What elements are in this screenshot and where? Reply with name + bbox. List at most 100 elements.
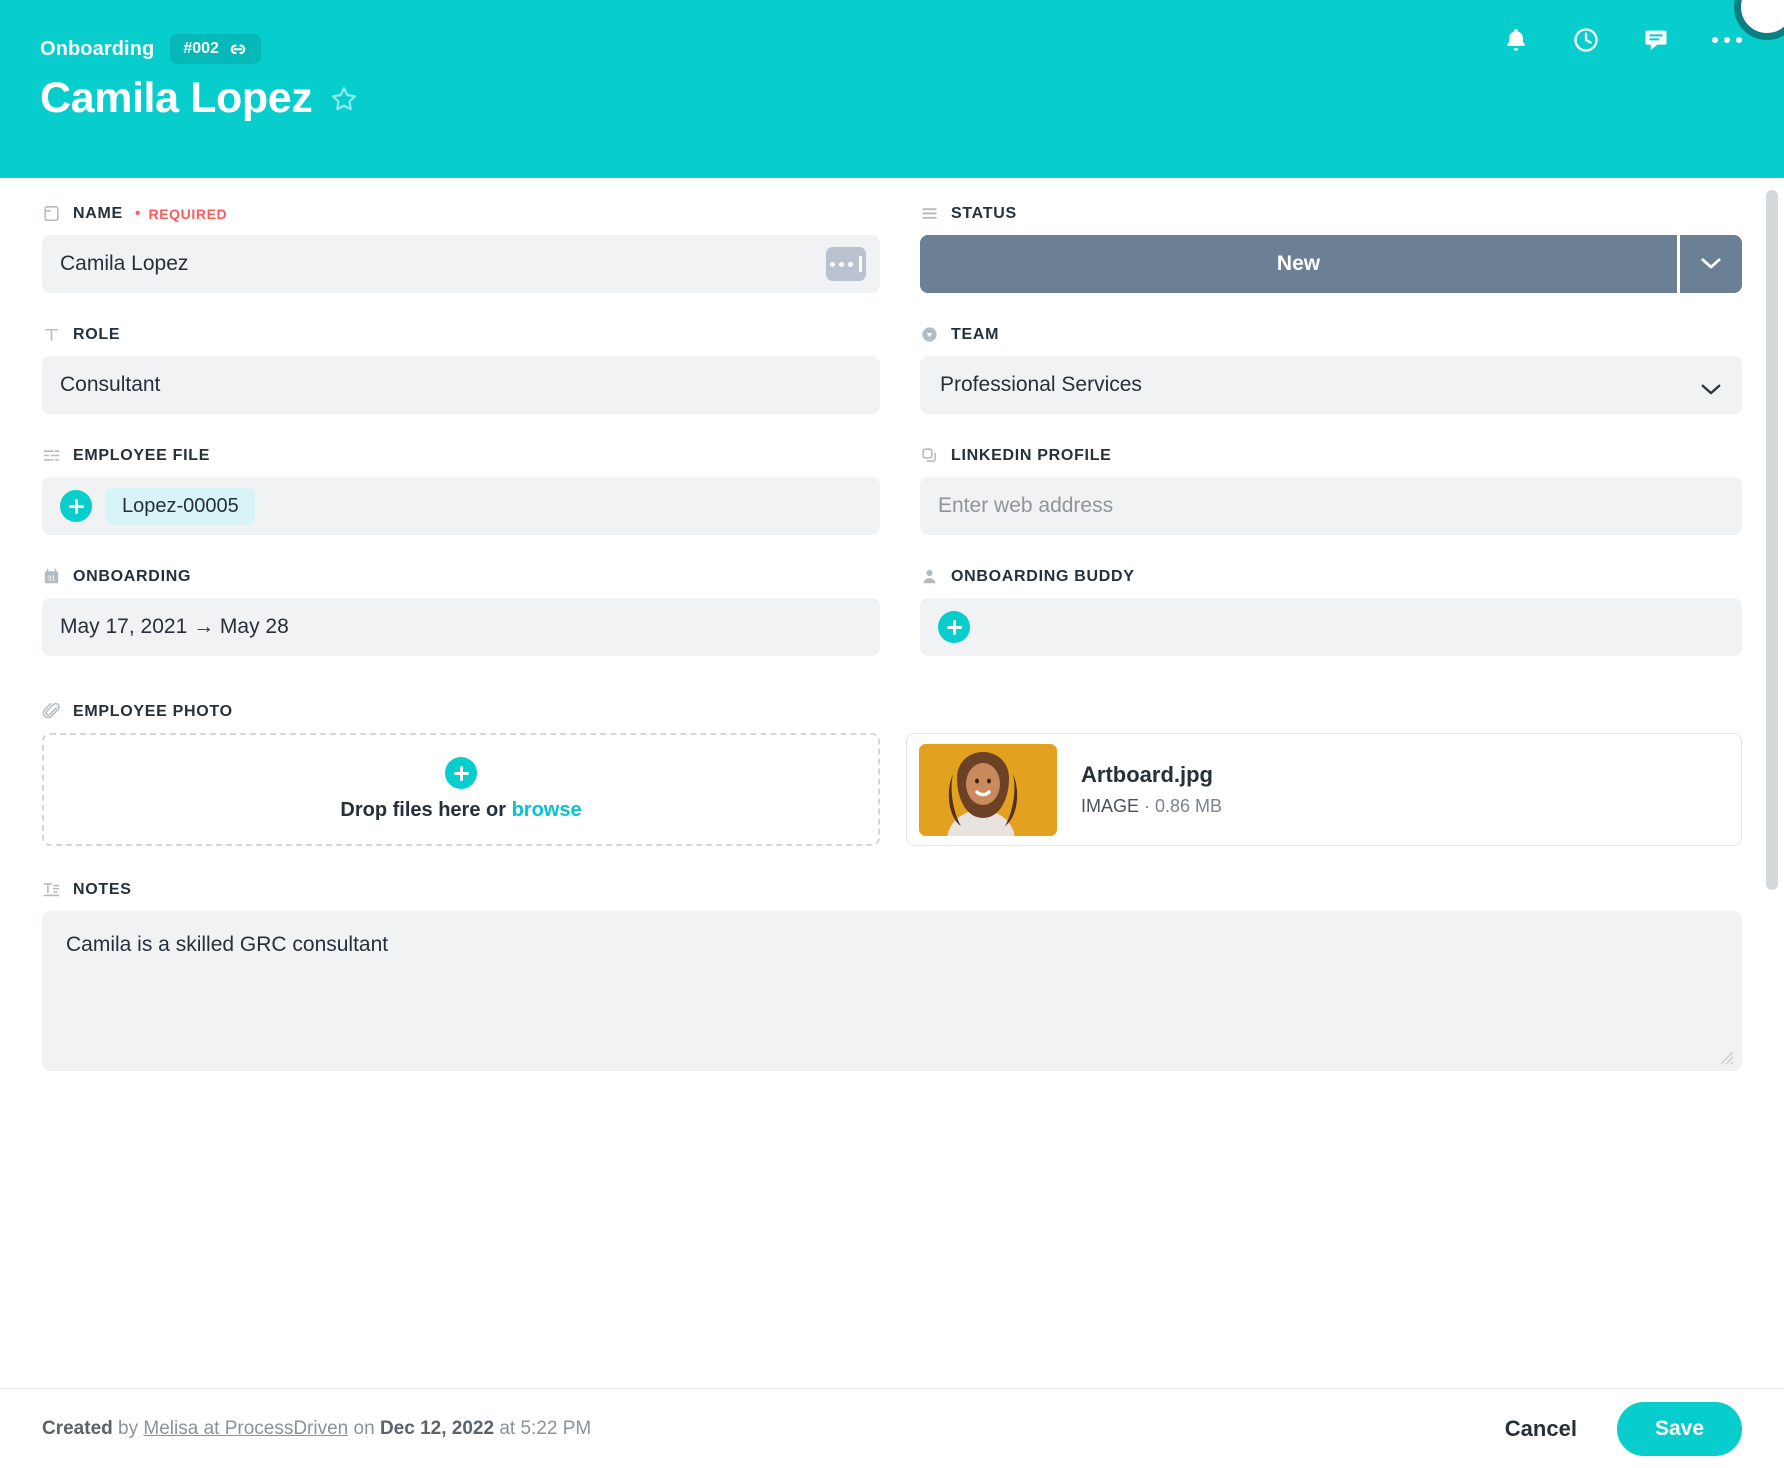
onboarding-buddy-input[interactable]	[920, 598, 1742, 656]
person-icon	[920, 567, 939, 586]
file-meta: IMAGE · 0.86 MB	[1081, 796, 1222, 817]
field-employee-file-text: EMPLOYEE FILE	[73, 446, 211, 464]
add-file-icon[interactable]	[445, 757, 477, 789]
field-role-text: ROLE	[73, 325, 121, 343]
dropzone-text: Drop files here or browse	[340, 799, 581, 822]
page-title: Camila Lopez	[40, 74, 313, 122]
field-team-label: TEAM	[920, 325, 1742, 344]
browse-link[interactable]: browse	[512, 799, 582, 821]
field-team: TEAM Professional Services	[920, 325, 1742, 414]
link-field-icon	[920, 446, 939, 465]
field-onboarding-label: 31 ONBOARDING	[42, 567, 880, 586]
field-employee-photo-text: EMPLOYEE PHOTO	[73, 702, 233, 720]
employee-file-tag[interactable]: Lopez-00005	[106, 487, 255, 525]
add-buddy-icon[interactable]	[938, 611, 970, 643]
vertical-scrollbar[interactable]	[1766, 190, 1778, 890]
role-value: Consultant	[60, 373, 161, 396]
field-status-text: STATUS	[951, 204, 1017, 222]
save-button[interactable]: Save	[1616, 1401, 1742, 1456]
on-word: on	[353, 1417, 375, 1439]
svg-text:31: 31	[48, 574, 56, 582]
text-icon	[42, 325, 61, 344]
notes-textarea[interactable]: Camila is a skilled GRC consultant	[42, 911, 1742, 1071]
cancel-button[interactable]: Cancel	[1505, 1416, 1577, 1442]
field-name-label: NAME • REQUIRED	[42, 204, 880, 223]
field-employee-file-label: EMPLOYEE FILE	[42, 446, 880, 465]
at-word: at	[499, 1417, 516, 1439]
by-word: by	[118, 1417, 139, 1439]
relation-icon	[42, 446, 61, 465]
file-meta-separator: ·	[1139, 796, 1156, 816]
record-id-chip[interactable]: #002	[170, 34, 261, 64]
photo-row: Drop files here or browse Artboard.jpg I…	[42, 733, 1742, 846]
team-value: Professional Services	[940, 373, 1142, 396]
field-team-text: TEAM	[951, 325, 1000, 343]
footer-bar: Created by Melisa at ProcessDriven on De…	[0, 1388, 1784, 1468]
clock-icon[interactable]	[1572, 26, 1600, 54]
employee-file-input[interactable]: Lopez-00005	[42, 477, 880, 535]
required-badge: REQUIRED	[148, 205, 228, 222]
record-id-label: #002	[183, 40, 219, 57]
list-icon	[920, 204, 939, 223]
created-author-link[interactable]: Melisa at ProcessDriven	[143, 1418, 348, 1439]
field-onboarding-buddy-label: ONBOARDING BUDDY	[920, 567, 1742, 586]
file-name: Artboard.jpg	[1081, 762, 1213, 787]
resize-handle-icon[interactable]	[1716, 1047, 1734, 1065]
paperclip-icon	[42, 702, 61, 721]
onboarding-date-value: May 17, 2021 → May 28	[60, 615, 289, 638]
field-status-label: STATUS	[920, 204, 1742, 223]
copy-link-icon[interactable]	[228, 41, 248, 57]
team-select[interactable]: Professional Services	[920, 356, 1742, 414]
field-onboarding-buddy: ONBOARDING BUDDY	[920, 567, 1742, 656]
created-time: 5:22 PM	[520, 1417, 592, 1439]
record-body: NAME • REQUIRED Camila Lopez STATUS New …	[0, 178, 1784, 1388]
calendar-icon: 31	[42, 567, 61, 586]
role-input[interactable]: Consultant	[42, 356, 880, 414]
field-linkedin-text: LINKEDIN PROFILE	[951, 446, 1112, 464]
field-employee-file: EMPLOYEE FILE Lopez-00005	[42, 446, 880, 535]
field-notes-text: NOTES	[73, 880, 132, 898]
required-dot: •	[134, 204, 141, 222]
field-employee-photo: EMPLOYEE PHOTO Drop files here or browse	[42, 702, 1742, 846]
name-value: Camila Lopez	[60, 252, 189, 275]
file-dropzone[interactable]: Drop files here or browse	[42, 733, 880, 846]
field-name-text: NAME	[73, 204, 123, 222]
page-header: Onboarding #002 Camila Lopez	[0, 0, 1784, 178]
attached-file-card[interactable]: Artboard.jpg IMAGE · 0.86 MB	[906, 733, 1742, 846]
status-button[interactable]: New	[920, 235, 1677, 293]
file-thumbnail	[919, 743, 1057, 836]
file-size: 0.86 MB	[1155, 796, 1223, 816]
field-linkedin-label: LINKEDIN PROFILE	[920, 446, 1742, 465]
field-onboarding: 31 ONBOARDING May 17, 2021 → May 28	[42, 567, 880, 656]
field-linkedin: LINKEDIN PROFILE Enter web address	[920, 446, 1742, 535]
bell-icon[interactable]	[1502, 26, 1530, 54]
plus-circle-icon	[60, 490, 92, 522]
dropdown-icon	[920, 325, 939, 344]
field-role-label: ROLE	[42, 325, 880, 344]
comment-icon[interactable]	[1642, 26, 1670, 54]
add-relation-icon[interactable]	[60, 490, 92, 522]
status-dropdown-button[interactable]	[1680, 235, 1742, 293]
name-input[interactable]: Camila Lopez	[42, 235, 880, 293]
plus-circle-icon	[445, 757, 477, 789]
file-info: Artboard.jpg IMAGE · 0.86 MB	[1081, 762, 1222, 817]
field-name: NAME • REQUIRED Camila Lopez	[42, 204, 880, 293]
linkedin-placeholder: Enter web address	[938, 494, 1114, 517]
field-notes: NOTES Camila is a skilled GRC consultant	[42, 880, 1742, 1071]
chevron-down-icon[interactable]	[1700, 378, 1722, 395]
created-info: Created by Melisa at ProcessDriven on De…	[42, 1418, 591, 1440]
favorite-star-icon[interactable]	[330, 85, 358, 113]
onboarding-date-input[interactable]: May 17, 2021 → May 28	[42, 598, 880, 656]
linkedin-input[interactable]: Enter web address	[920, 477, 1742, 535]
name-expand-icon[interactable]	[826, 247, 866, 281]
created-word: Created	[42, 1417, 113, 1439]
plus-circle-icon	[938, 611, 970, 643]
field-role: ROLE Consultant	[42, 325, 880, 414]
more-horizontal-icon[interactable]	[1712, 37, 1742, 43]
text-block-icon	[42, 880, 61, 899]
dropzone-label: Drop files here or	[340, 799, 512, 821]
fields-grid: NAME • REQUIRED Camila Lopez STATUS New …	[42, 204, 1742, 688]
field-employee-photo-label: EMPLOYEE PHOTO	[42, 702, 1742, 721]
breadcrumb: Onboarding #002	[40, 34, 1744, 64]
breadcrumb-list-link[interactable]: Onboarding	[40, 38, 154, 61]
